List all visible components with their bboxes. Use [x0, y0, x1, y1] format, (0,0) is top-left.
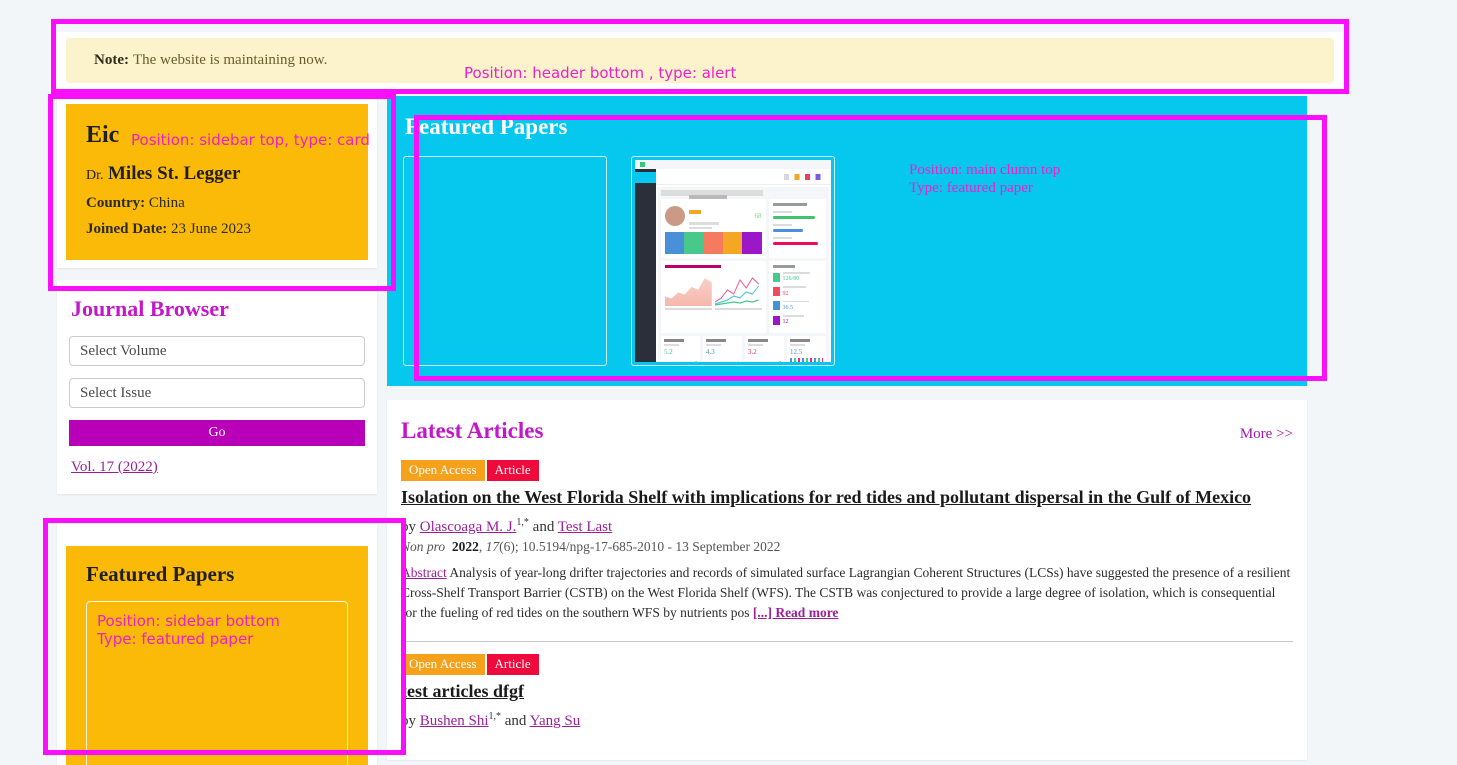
- journal-browser-panel: Journal Browser Select Volume Select Iss…: [57, 280, 377, 494]
- article-badges: Open AccessArticle: [401, 654, 1293, 675]
- alert-banner-wrapper: Note: The website is maintaining now.: [57, 32, 1343, 89]
- page-root: Note: The website is maintaining now. Ei…: [0, 0, 1457, 765]
- article-badges: Open AccessArticle: [401, 460, 1293, 481]
- eic-country-label: Country:: [86, 195, 145, 211]
- citation-issue-doi: (6); 10.5194/npg-17-685-2010 - 13 Septem…: [499, 539, 780, 554]
- read-more-link[interactable]: [...] Read more: [753, 605, 839, 620]
- alert-label: Note:: [94, 52, 129, 69]
- sidebar-featured-annotation-line1: Position: sidebar bottom: [97, 612, 337, 630]
- citation-volume: 17: [486, 539, 500, 554]
- eic-card: Eic Dr. Miles St. Legger Country: China …: [66, 104, 368, 260]
- featured-card-thumbnail[interactable]: 68: [631, 156, 835, 366]
- select-issue-value: Select Issue: [80, 385, 151, 402]
- authors-conjunction: and: [501, 713, 530, 729]
- article-title-link[interactable]: Isolation on the West Florida Shelf with…: [401, 487, 1293, 509]
- more-articles-link[interactable]: More >>: [1240, 426, 1293, 443]
- article-authors: by Bushen Shi1,* and Yang Su: [401, 711, 1293, 730]
- latest-articles-header: Latest Articles More >>: [401, 418, 1293, 444]
- main-column: Featured Papers: [387, 96, 1307, 760]
- article-authors: by Olascoaga M. J.1,* and Test Last: [401, 517, 1293, 536]
- go-button[interactable]: Go: [69, 420, 365, 446]
- sidebar-featured-card: Featured Papers Position: sidebar bottom…: [66, 546, 368, 765]
- main-featured-card-list: 68: [403, 156, 1291, 366]
- eic-panel: Eic Dr. Miles St. Legger Country: China …: [57, 96, 377, 268]
- authors-conjunction: and: [529, 519, 558, 535]
- eic-joined-value: 23 June 2023: [167, 221, 251, 237]
- eic-title: Eic: [86, 122, 119, 149]
- article-citation: Non pro 2022, 17(6); 10.5194/npg-17-685-…: [401, 539, 1293, 555]
- volume-link[interactable]: Vol. 17 (2022): [71, 459, 158, 476]
- article-item: Open AccessArticle test articles dfgf by…: [401, 654, 1293, 730]
- sidebar-featured-annotation-line2: Type: featured paper: [97, 630, 337, 648]
- author-affiliation-1: 1,*: [516, 517, 529, 528]
- eic-country-row: Country: China: [86, 195, 348, 212]
- citation-journal: Non pro: [401, 539, 445, 554]
- alert-message: The website is maintaining now.: [133, 52, 327, 69]
- featured-card-empty[interactable]: [403, 156, 607, 366]
- author-link-2[interactable]: Yang Su: [530, 713, 581, 729]
- select-volume-dropdown[interactable]: Select Volume: [69, 336, 365, 366]
- journal-browser-title: Journal Browser: [71, 296, 365, 322]
- author-link-2[interactable]: Test Last: [558, 519, 612, 535]
- main-featured-annotation-line1: Position: main clumn top: [909, 162, 1060, 180]
- badge-article-type: Article: [487, 654, 539, 675]
- author-link-1[interactable]: Bushen Shi: [420, 713, 489, 729]
- main-featured-block: Featured Papers: [387, 96, 1307, 386]
- article-by-prefix: by: [401, 713, 420, 729]
- latest-articles-panel: Latest Articles More >> Open AccessArtic…: [387, 400, 1307, 760]
- sidebar-featured-slot: Position: sidebar bottom Type: featured …: [86, 601, 348, 765]
- article-item: Open AccessArticle Isolation on the West…: [401, 460, 1293, 623]
- article-abstract: Abstract Analysis of year-long drifter t…: [401, 563, 1293, 623]
- author-link-1[interactable]: Olascoaga M. J.: [420, 519, 517, 535]
- sidebar-featured-title: Featured Papers: [86, 562, 348, 587]
- sidebar: Eic Dr. Miles St. Legger Country: China …: [57, 96, 377, 765]
- select-issue-dropdown[interactable]: Select Issue: [69, 378, 365, 408]
- badge-open-access: Open Access: [401, 654, 485, 675]
- select-volume-value: Select Volume: [80, 343, 167, 360]
- article-by-prefix: by: [401, 519, 420, 535]
- sidebar-featured-panel: Featured Papers Position: sidebar bottom…: [57, 524, 377, 765]
- eic-joined-label: Joined Date:: [86, 221, 167, 237]
- badge-open-access: Open Access: [401, 460, 485, 481]
- eic-name-prefix: Dr.: [86, 168, 104, 183]
- article-divider: [401, 641, 1293, 642]
- eic-joined-row: Joined Date: 23 June 2023: [86, 221, 348, 238]
- abstract-label-link[interactable]: Abstract: [401, 565, 447, 580]
- eic-country-value: China: [145, 195, 185, 211]
- dashboard-thumbnail-image: 68: [635, 160, 831, 362]
- abstract-text: Analysis of year-long drifter trajectori…: [401, 565, 1290, 620]
- alert-banner: Note: The website is maintaining now.: [66, 38, 1334, 83]
- article-title-link[interactable]: test articles dfgf: [401, 681, 1293, 703]
- author-affiliation-1: 1,*: [489, 711, 502, 722]
- main-featured-annotation: Position: main clumn top Type: featured …: [909, 162, 1060, 197]
- main-featured-heading: Featured Papers: [405, 114, 1291, 140]
- citation-year: 2022: [452, 539, 479, 554]
- main-featured-annotation-line2: Type: featured paper: [909, 180, 1060, 198]
- eic-name-value: Miles St. Legger: [108, 163, 240, 184]
- latest-articles-title: Latest Articles: [401, 418, 543, 444]
- badge-article-type: Article: [487, 460, 539, 481]
- eic-name-row: Dr. Miles St. Legger: [86, 163, 348, 185]
